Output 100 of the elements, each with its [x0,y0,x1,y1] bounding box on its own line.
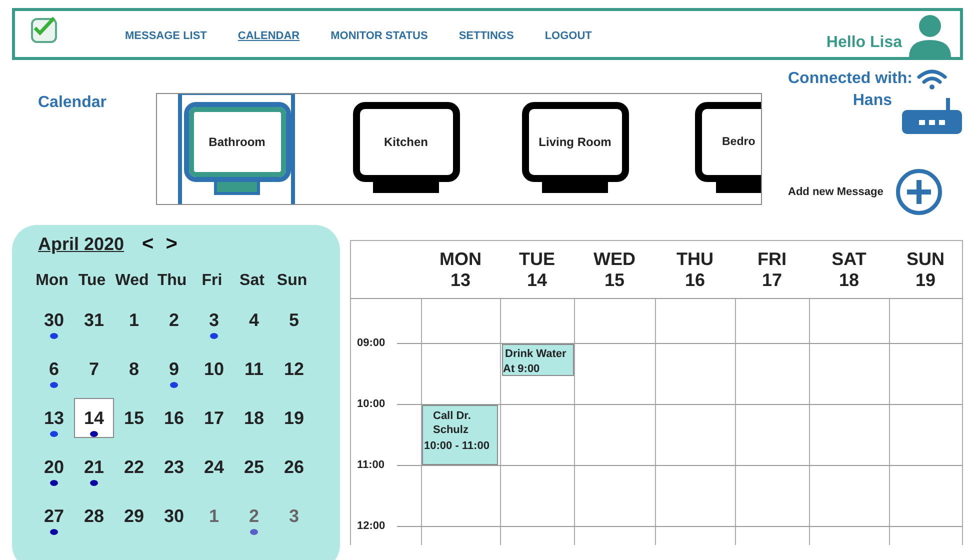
calendar-day[interactable]: 3 [274,496,314,536]
calendar-day[interactable]: 1 [114,300,154,340]
calendar-day[interactable]: 25 [234,447,274,487]
date-heading: 16 [684,270,706,290]
calendar-day[interactable]: 10 [194,349,234,389]
weekday-label: Tue [77,272,107,290]
connection-label: Connected with: [788,70,912,88]
time-slot[interactable] [574,404,655,465]
time-slot[interactable] [809,404,889,465]
greeting-text: Hello Lisa [826,34,902,52]
calendar-day[interactable]: 5 [274,300,314,340]
time-label: 09:00 [357,337,386,349]
calendar-day[interactable]: 12 [274,349,314,389]
time-slot[interactable] [421,343,500,404]
calendar-day[interactable]: 26 [274,447,314,487]
weekday-heading: MON [440,248,482,270]
time-slot[interactable] [809,343,889,404]
time-slot[interactable] [655,404,735,465]
time-slot[interactable] [421,465,500,526]
user-avatar-icon [908,13,952,57]
event-title: Call Dr. Schulz [432,409,472,437]
time-slot[interactable] [500,465,574,526]
weekday-heading: WED [594,248,636,270]
calendar-day[interactable]: 6 [34,349,74,389]
time-slot[interactable]: Drink Water At 9:00 [500,343,574,404]
weekday-heading: SAT [832,248,866,270]
calendar-day[interactable]: 22 [114,447,154,487]
time-slot[interactable] [889,343,962,404]
time-slot[interactable] [500,404,574,465]
weekday-heading: TUE [519,248,555,270]
calendar-day[interactable]: 9 [154,349,194,389]
time-slot[interactable] [735,465,809,526]
time-slot[interactable] [889,465,962,526]
calendar-day[interactable]: 17 [194,398,234,438]
calendar-day[interactable]: 30 [154,496,194,536]
calendar-day[interactable]: 18 [234,398,274,438]
weekday-label: Wed [114,272,150,290]
month-title: April 2020 [38,234,124,255]
time-label: 12:00 [357,520,386,532]
calendar-day[interactable]: 7 [74,349,114,389]
calendar-day[interactable]: 13 [34,398,74,438]
calendar-day[interactable]: 4 [234,300,274,340]
checkmark-logo-icon [29,15,59,45]
page-title: Calendar [37,93,108,113]
next-month-button[interactable]: > [166,233,178,256]
connected-device-name: Hans [852,92,892,111]
calendar-day[interactable]: 2 [154,300,194,340]
time-slot[interactable] [735,404,809,465]
date-heading: 17 [762,270,782,290]
date-heading: 13 [450,270,471,290]
event-title: Drink Water [504,348,568,360]
calendar-day[interactable]: 20 [34,447,74,487]
calendar-day[interactable]: 2 [234,496,274,536]
nav-link[interactable]: MONITOR STATUS [330,30,428,42]
calendar-day[interactable]: 21 [74,447,114,487]
calendar-day[interactable]: 27 [34,496,74,536]
time-slot[interactable] [889,404,962,465]
calendar-day[interactable]: 29 [114,496,154,536]
calendar-day[interactable]: 16 [154,398,194,438]
calendar-day[interactable]: 14 [74,398,114,438]
calendar-day[interactable]: 1 [194,496,234,536]
time-slot[interactable] [655,465,735,526]
monitor-device-tab[interactable]: Bathroom [178,94,295,204]
time-label: 11:00 [357,459,386,471]
calendar-day[interactable]: 28 [74,496,114,536]
nav-link[interactable]: LOGOUT [544,30,592,42]
date-heading: 18 [838,270,860,290]
weekday-heading: FRI [758,248,786,270]
calendar-day[interactable]: 8 [114,349,154,389]
nav-link[interactable]: MESSAGE LIST [125,30,207,42]
calendar-day[interactable]: 11 [234,349,274,389]
weekday-label: Sat [238,272,266,290]
time-slot[interactable] [735,343,809,404]
time-label: 10:00 [357,398,386,410]
calendar-day[interactable]: 19 [274,398,314,438]
event-time: 10:00 - 11:00 [423,440,490,452]
nav-link[interactable]: CALENDAR [238,30,300,42]
calendar-day[interactable]: 31 [74,300,114,340]
calendar-day[interactable]: 23 [154,447,194,487]
router-icon [902,98,962,134]
time-slot[interactable] [574,465,655,526]
calendar-day[interactable]: 3 [194,300,234,340]
nav-link[interactable]: SETTINGS [458,30,514,42]
calendar-day[interactable]: 15 [114,398,154,438]
previous-month-button[interactable]: < [142,233,154,256]
weekday-heading: SUN [906,248,944,270]
date-heading: 15 [604,270,625,290]
date-heading: 14 [526,270,548,290]
event-time: At 9:00 [503,363,541,375]
add-icon[interactable] [895,168,944,216]
calendar-event[interactable]: Drink Water At 9:00 [502,344,574,376]
wifi-icon [916,68,948,90]
weekday-label: Sun [276,272,308,290]
time-slot[interactable] [655,343,735,404]
calendar-day[interactable]: 30 [34,300,74,340]
time-slot[interactable] [574,343,655,404]
date-heading: 19 [915,270,936,290]
time-slot[interactable] [809,465,889,526]
calendar-day[interactable]: 24 [194,447,234,487]
add-message-label: Add new Message [788,186,884,198]
